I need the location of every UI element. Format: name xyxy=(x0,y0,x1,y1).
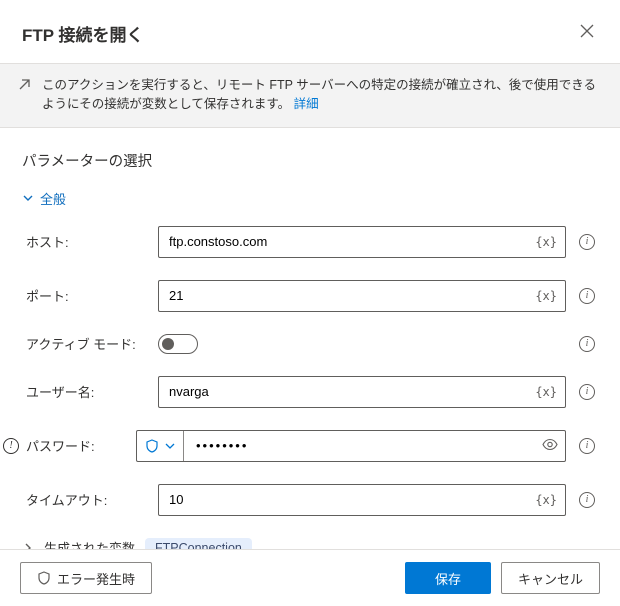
chevron-down-icon xyxy=(22,192,34,204)
info-icon[interactable]: i xyxy=(579,492,595,508)
section-title: パラメーターの選択 xyxy=(22,150,598,171)
user-label: ユーザー名: xyxy=(22,382,158,401)
port-label: ポート: xyxy=(22,286,158,305)
password-label: パスワード: xyxy=(22,436,136,455)
on-error-button[interactable]: エラー発生時 xyxy=(20,562,152,594)
shield-outline-icon xyxy=(37,571,51,585)
info-icon[interactable]: i xyxy=(579,384,595,400)
password-input[interactable] xyxy=(184,431,565,461)
chevron-down-icon xyxy=(165,441,175,451)
on-error-label: エラー発生時 xyxy=(57,569,135,588)
dialog-footer: エラー発生時 保存 キャンセル xyxy=(0,549,620,606)
group-general-label: 全般 xyxy=(40,189,66,208)
external-link-icon xyxy=(16,77,32,93)
toggle-knob xyxy=(162,338,174,350)
info-icon[interactable]: i xyxy=(579,234,595,250)
reveal-password-button[interactable] xyxy=(542,436,558,455)
active-mode-label: アクティブ モード: xyxy=(22,334,158,353)
timeout-input[interactable] xyxy=(159,485,565,515)
save-button[interactable]: 保存 xyxy=(405,562,491,594)
user-input[interactable] xyxy=(159,377,565,407)
close-icon xyxy=(580,24,594,38)
info-icon[interactable]: i xyxy=(579,336,595,352)
timeout-label: タイムアウト: xyxy=(22,490,158,509)
shield-icon xyxy=(145,439,159,453)
close-button[interactable] xyxy=(576,20,598,47)
password-secure-picker[interactable] xyxy=(137,431,184,461)
port-input[interactable] xyxy=(159,281,565,311)
info-icon[interactable]: i xyxy=(579,438,595,454)
dialog-title: FTP 接続を開く xyxy=(22,21,144,46)
warning-icon[interactable]: ! xyxy=(3,438,19,454)
eye-icon xyxy=(542,436,558,452)
active-mode-toggle[interactable] xyxy=(158,334,198,354)
banner-link[interactable]: 詳細 xyxy=(294,97,319,111)
host-label: ホスト: xyxy=(22,232,158,251)
info-icon[interactable]: i xyxy=(579,288,595,304)
cancel-button[interactable]: キャンセル xyxy=(501,562,600,594)
info-banner: このアクションを実行すると、リモート FTP サーバーへの特定の接続が確立され、… xyxy=(0,63,620,128)
group-general-header[interactable]: 全般 xyxy=(22,189,598,208)
host-input[interactable] xyxy=(159,227,565,257)
